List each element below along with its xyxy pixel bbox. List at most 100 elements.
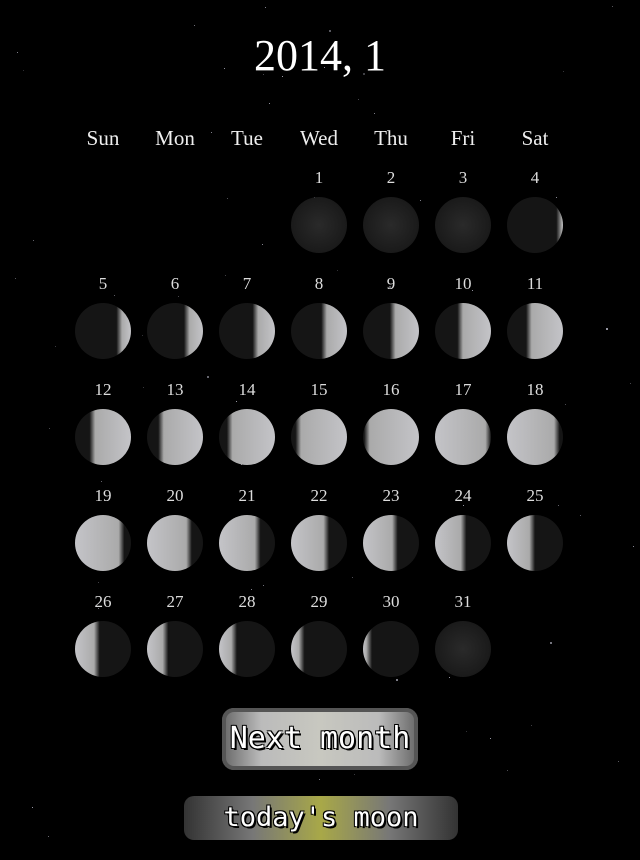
day-cell[interactable]: 10 — [427, 272, 499, 378]
day-number: 23 — [382, 486, 400, 505]
star — [466, 731, 467, 732]
day-number: 8 — [314, 274, 324, 293]
day-number: 14 — [238, 380, 256, 399]
day-number: 17 — [454, 380, 472, 399]
day-cell[interactable]: 28 — [211, 590, 283, 696]
day-cell[interactable]: 31 — [427, 590, 499, 696]
day-number: 15 — [310, 380, 328, 399]
star — [550, 642, 552, 644]
day-number: 25 — [526, 486, 544, 505]
day-number: 29 — [310, 592, 328, 611]
star — [15, 278, 16, 279]
day-number: 31 — [454, 592, 472, 611]
star — [606, 328, 608, 330]
star — [33, 240, 34, 241]
day-number: 1 — [314, 168, 324, 187]
day-cell[interactable]: 17 — [427, 378, 499, 484]
day-cell[interactable]: 8 — [283, 272, 355, 378]
day-cell[interactable]: 13 — [139, 378, 211, 484]
moon-phase-icon — [507, 303, 563, 359]
star — [490, 738, 491, 739]
star — [194, 25, 195, 26]
star — [633, 546, 634, 547]
star — [358, 99, 359, 100]
moon-phase-icon — [291, 621, 347, 677]
weekday-tue: Tue — [231, 126, 263, 150]
day-cell[interactable]: 7 — [211, 272, 283, 378]
day-cell[interactable]: 25 — [499, 484, 571, 590]
day-cell[interactable]: 29 — [283, 590, 355, 696]
moon-phase-icon — [363, 515, 419, 571]
day-cell[interactable]: 6 — [139, 272, 211, 378]
day-number: 27 — [166, 592, 184, 611]
moon-phase-icon — [291, 409, 347, 465]
weekday-fri: Fri — [450, 126, 476, 150]
day-number: 20 — [166, 486, 184, 505]
moon-phase-icon — [507, 515, 563, 571]
day-cell[interactable]: 30 — [355, 590, 427, 696]
day-cell[interactable]: 15 — [283, 378, 355, 484]
day-cell[interactable]: 1 — [283, 166, 355, 272]
day-number: 30 — [382, 592, 400, 611]
day-number: 9 — [386, 274, 396, 293]
weekday-wed: Wed — [300, 126, 338, 150]
star — [612, 6, 613, 7]
day-number: 19 — [94, 486, 112, 505]
moon-phase-icon — [435, 515, 491, 571]
moon-phase-icon — [147, 515, 203, 571]
day-cell[interactable]: 24 — [427, 484, 499, 590]
weekday-thu: Thu — [374, 126, 408, 150]
day-cell[interactable]: 16 — [355, 378, 427, 484]
day-number: 12 — [94, 380, 112, 399]
day-number: 11 — [526, 274, 544, 293]
moon-phase-icon — [363, 197, 419, 253]
moon-phase-icon — [219, 409, 275, 465]
star — [49, 428, 50, 429]
moon-phase-icon — [147, 621, 203, 677]
day-number: 18 — [526, 380, 544, 399]
moon-phase-icon — [219, 515, 275, 571]
star — [531, 725, 532, 726]
star — [55, 346, 56, 347]
moon-phase-icon — [291, 515, 347, 571]
todays-moon-button[interactable]: today's moon — [184, 796, 458, 840]
day-number: 21 — [238, 486, 256, 505]
star — [265, 7, 266, 8]
day-number: 5 — [98, 274, 108, 293]
moon-phase-icon — [291, 197, 347, 253]
day-number: 24 — [454, 486, 472, 505]
moon-phase-icon — [435, 197, 491, 253]
star — [618, 761, 619, 762]
moon-phase-icon — [291, 303, 347, 359]
star — [262, 244, 263, 245]
day-cell[interactable]: 21 — [211, 484, 283, 590]
star — [32, 807, 33, 808]
day-cell[interactable]: 26 — [67, 590, 139, 696]
star — [374, 113, 375, 114]
day-number: 28 — [238, 592, 256, 611]
day-cell[interactable]: 18 — [499, 378, 571, 484]
moon-phase-icon — [75, 303, 131, 359]
day-number: 3 — [458, 168, 468, 187]
day-cell[interactable]: 4 — [499, 166, 571, 272]
day-cell[interactable]: 11 — [499, 272, 571, 378]
star — [227, 198, 228, 199]
star — [269, 103, 270, 104]
month-title: 2014, 1 — [254, 31, 386, 80]
day-cell[interactable]: 2 — [355, 166, 427, 272]
next-month-button[interactable]: Next month — [222, 708, 418, 770]
day-cell[interactable]: 9 — [355, 272, 427, 378]
star — [319, 779, 320, 780]
moon-phase-icon — [363, 303, 419, 359]
day-cell[interactable]: 20 — [139, 484, 211, 590]
moon-phase-icon — [435, 621, 491, 677]
day-cell[interactable]: 19 — [67, 484, 139, 590]
day-cell[interactable]: 3 — [427, 166, 499, 272]
day-cell[interactable]: 12 — [67, 378, 139, 484]
day-cell[interactable]: 14 — [211, 378, 283, 484]
moon-phase-icon — [75, 621, 131, 677]
day-cell[interactable]: 22 — [283, 484, 355, 590]
day-cell[interactable]: 5 — [67, 272, 139, 378]
day-cell[interactable]: 27 — [139, 590, 211, 696]
day-cell[interactable]: 23 — [355, 484, 427, 590]
